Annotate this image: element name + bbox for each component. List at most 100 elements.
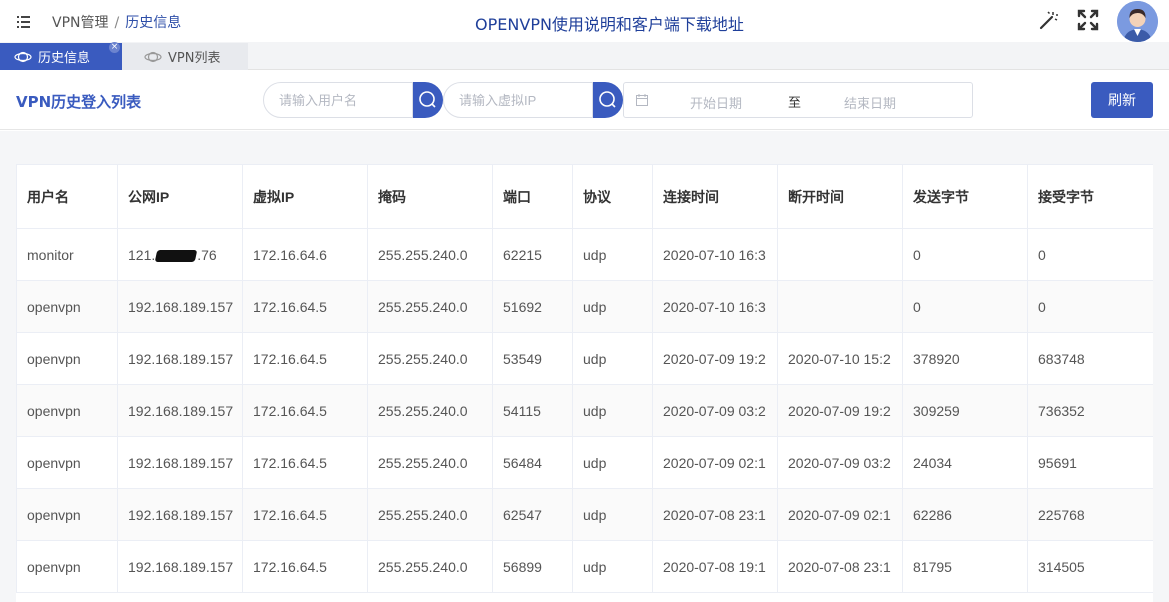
virtual-ip-search-input[interactable] [444, 83, 592, 117]
cell-protocol: udp [572, 436, 653, 489]
cell-virtual-ip: 172.16.64.5 [242, 436, 368, 489]
refresh-button[interactable]: 刷新 [1091, 82, 1153, 118]
cell-mask: 255.255.240.0 [367, 540, 493, 593]
cell-virtual-ip: 172.16.64.5 [242, 280, 368, 333]
page-title[interactable]: OPENVPN使用说明和客户端下载地址 [0, 11, 1169, 35]
table-row[interactable]: openvpn 192.168.189.157 172.16.64.5 255.255… [16, 436, 1153, 489]
cell-disconnect-time [777, 280, 903, 333]
tab-close-icon[interactable]: × [109, 42, 120, 53]
cell-disconnect-time: 2020-07-10 15:2 [777, 332, 903, 385]
cell-connect-time: 2020-07-08 19:1 [652, 540, 778, 593]
cell-public-ip: 192.168.189.157 [117, 436, 243, 489]
cell-virtual-ip: 172.16.64.5 [242, 488, 368, 541]
cell-protocol: udp [572, 228, 653, 281]
cell-public-ip: 121. .76 [117, 228, 243, 281]
end-date-input[interactable]: 结束日期 [844, 93, 896, 112]
cell-public-ip: 192.168.189.157 [117, 384, 243, 437]
cell-protocol: udp [572, 540, 653, 593]
column-header: 端口 [492, 164, 573, 229]
tab-vpn-list[interactable]: VPN列表 [122, 43, 248, 70]
cell-mask: 255.255.240.0 [367, 228, 493, 281]
cell-virtual-ip: 172.16.64.5 [242, 384, 368, 437]
history-table: 用户名 公网IP 虚拟IP 掩码 端口 协议 连接时间 断开时间 发送字节 接受字节 monito… [16, 164, 1153, 593]
cell-virtual-ip: 172.16.64.5 [242, 332, 368, 385]
cell-port: 54115 [492, 384, 573, 437]
cell-username: openvpn [16, 540, 118, 593]
cell-port: 56899 [492, 540, 573, 593]
column-header: 发送字节 [902, 164, 1028, 229]
cell-received-bytes: 314505 [1027, 540, 1153, 593]
table-row[interactable]: openvpn 192.168.189.157 172.16.64.5 255.255… [16, 488, 1153, 541]
date-range-picker[interactable]: 开始日期 至 结束日期 [623, 82, 973, 118]
magic-wand-icon[interactable] [1037, 9, 1059, 31]
fullscreen-icon[interactable] [1077, 9, 1099, 31]
tab-history[interactable]: 历史信息 × [0, 42, 122, 70]
username-search-button[interactable] [413, 82, 443, 118]
tab-globe-icon [14, 50, 32, 64]
cell-connect-time: 2020-07-10 16:3 [652, 280, 778, 333]
cell-username: openvpn [16, 332, 118, 385]
cell-connect-time: 2020-07-09 03:2 [652, 384, 778, 437]
start-date-input[interactable]: 开始日期 [690, 93, 742, 112]
cell-sent-bytes: 62286 [902, 488, 1028, 541]
username-search-input[interactable] [264, 83, 412, 117]
cell-port: 62547 [492, 488, 573, 541]
cell-disconnect-time: 2020-07-09 19:2 [777, 384, 903, 437]
cell-received-bytes: 736352 [1027, 384, 1153, 437]
cell-disconnect-time: 2020-07-09 03:2 [777, 436, 903, 489]
table-row[interactable]: openvpn 192.168.189.157 172.16.64.5 255.255… [16, 540, 1153, 593]
tabs-bar: 历史信息 × VPN列表 [0, 42, 1169, 70]
table-row[interactable]: openvpn 192.168.189.157 172.16.64.5 255.255… [16, 384, 1153, 437]
date-range-separator: 至 [788, 95, 802, 110]
cell-username: openvpn [16, 436, 118, 489]
cell-sent-bytes: 81795 [902, 540, 1028, 593]
column-header: 接受字节 [1027, 164, 1153, 229]
cell-virtual-ip: 172.16.64.6 [242, 228, 368, 281]
public-ip-prefix: 121. [128, 246, 156, 263]
virtual-ip-search-button[interactable] [593, 82, 623, 118]
cell-public-ip: 192.168.189.157 [117, 488, 243, 541]
cell-protocol: udp [572, 384, 653, 437]
toolbar: VPN历史登入列表 开始日期 至 结束日期 刷新 [0, 70, 1169, 130]
table-row[interactable]: openvpn 192.168.189.157 172.16.64.5 255.255… [16, 332, 1153, 385]
cell-username: openvpn [16, 384, 118, 437]
cell-mask: 255.255.240.0 [367, 280, 493, 333]
cell-mask: 255.255.240.0 [367, 436, 493, 489]
cell-disconnect-time [777, 228, 903, 281]
cell-protocol: udp [572, 488, 653, 541]
cell-public-ip: 192.168.189.157 [117, 280, 243, 333]
cell-port: 51692 [492, 280, 573, 333]
table-row[interactable]: openvpn 192.168.189.157 172.16.64.5 255.255… [16, 280, 1153, 333]
cell-mask: 255.255.240.0 [367, 488, 493, 541]
cell-mask: 255.255.240.0 [367, 332, 493, 385]
column-header: 公网IP [117, 164, 243, 229]
cell-sent-bytes: 0 [902, 280, 1028, 333]
cell-sent-bytes: 309259 [902, 384, 1028, 437]
cell-received-bytes: 225768 [1027, 488, 1153, 541]
public-ip-suffix: .76 [197, 246, 217, 263]
cell-username: openvpn [16, 488, 118, 541]
column-header: 用户名 [16, 164, 118, 229]
cell-received-bytes: 0 [1027, 228, 1153, 281]
search-icon [599, 91, 616, 108]
table-header-row: 用户名 公网IP 虚拟IP 掩码 端口 协议 连接时间 断开时间 发送字节 接受字节 [16, 164, 1153, 229]
table-row[interactable]: monitor 121. .76 172.16.64.6 255.255.240.0 62… [16, 228, 1153, 281]
redaction-mark [154, 249, 198, 262]
list-title: VPN历史登入列表 [16, 93, 142, 111]
cell-disconnect-time: 2020-07-09 02:1 [777, 488, 903, 541]
column-header: 断开时间 [777, 164, 903, 229]
top-header: VPN管理 / 历史信息 OPENVPN使用说明和客户端下载地址 [0, 0, 1169, 42]
cell-received-bytes: 95691 [1027, 436, 1153, 489]
column-header: 连接时间 [652, 164, 778, 229]
history-table-container[interactable]: 用户名 公网IP 虚拟IP 掩码 端口 协议 连接时间 断开时间 发送字节 接受字节 monito… [16, 164, 1153, 602]
cell-received-bytes: 683748 [1027, 332, 1153, 385]
virtual-ip-search-field [443, 82, 593, 118]
user-avatar[interactable] [1117, 1, 1158, 42]
content-area: 用户名 公网IP 虚拟IP 掩码 端口 协议 连接时间 断开时间 发送字节 接受字节 monito… [0, 131, 1169, 602]
cell-received-bytes: 0 [1027, 280, 1153, 333]
cell-disconnect-time: 2020-07-08 23:1 [777, 540, 903, 593]
username-search-field [263, 82, 413, 118]
tab-label: 历史信息 [38, 51, 91, 66]
cell-public-ip: 192.168.189.157 [117, 332, 243, 385]
cell-public-ip: 192.168.189.157 [117, 540, 243, 593]
